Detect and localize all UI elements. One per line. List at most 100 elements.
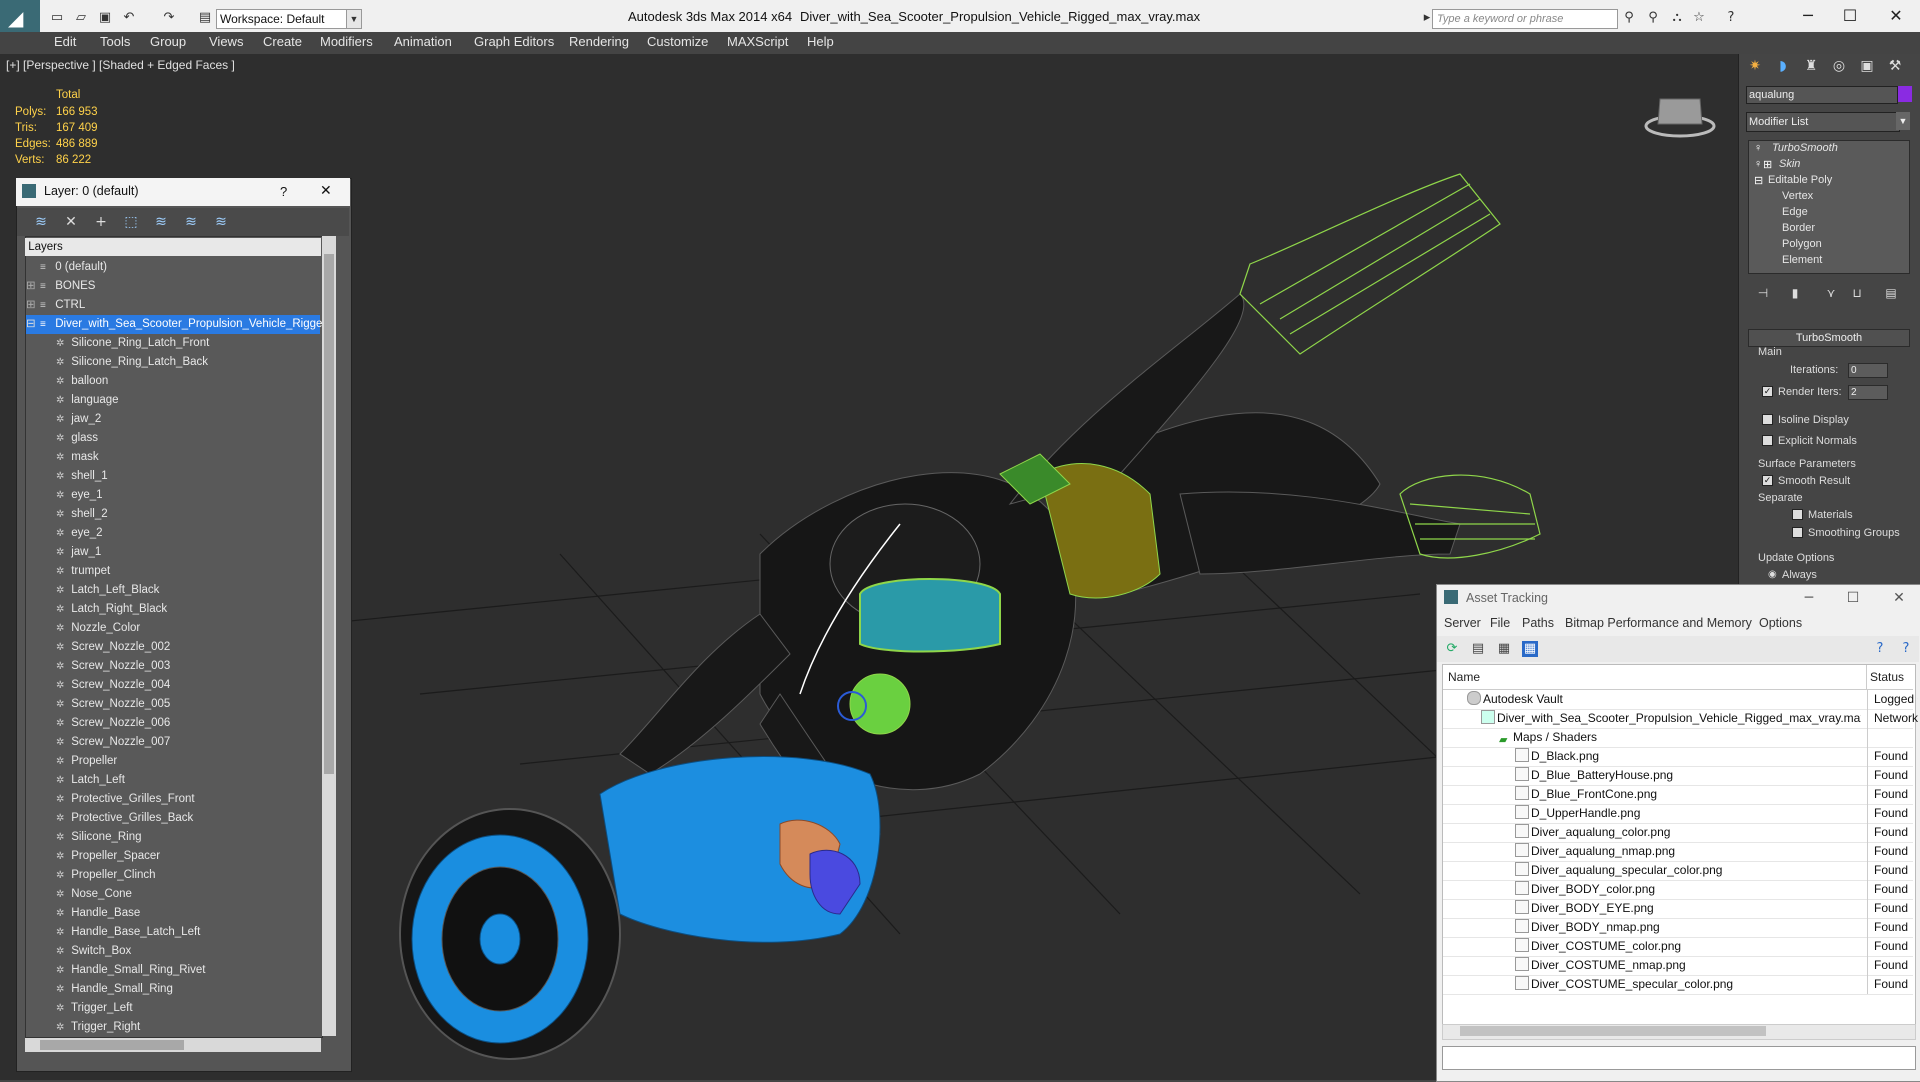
object-row[interactable]: ✲ Switch_Box — [26, 942, 320, 961]
stack-item[interactable]: TurboSmooth — [1772, 142, 1838, 154]
asset-menu-file[interactable]: File — [1490, 616, 1510, 630]
minimize-icon[interactable]: ─ — [1794, 590, 1824, 608]
table-row[interactable]: Diver_COSTUME_specular_color.png Found — [1443, 975, 1913, 995]
select-objects-icon[interactable]: ⬚ — [122, 213, 140, 231]
object-row[interactable]: ✲ Screw_Nozzle_004 — [26, 676, 320, 695]
motion-tab-icon[interactable]: ◎ — [1828, 58, 1850, 78]
asset-menu-options[interactable]: Options — [1759, 616, 1802, 630]
object-row[interactable]: ✲ language — [26, 391, 320, 410]
app-menu-button[interactable]: ◢ — [0, 0, 40, 36]
layer-hscroll-thumb[interactable] — [40, 1040, 184, 1050]
object-row[interactable]: ✲ Latch_Right_Black — [26, 600, 320, 619]
menu-graph-editors[interactable]: Graph Editors — [474, 34, 554, 49]
lightbulb-icon[interactable]: ♀ — [1754, 142, 1762, 154]
column-header-status[interactable]: Status — [1870, 670, 1904, 684]
asset-menu-paths[interactable]: Paths — [1522, 616, 1554, 630]
layer-row[interactable]: ≡ 0 (default) — [26, 258, 320, 277]
object-row[interactable]: ✲ mask — [26, 448, 320, 467]
stack-item[interactable]: Skin — [1779, 158, 1800, 170]
object-row[interactable]: ✲ Screw_Nozzle_007 — [26, 733, 320, 752]
table-row[interactable]: Diver_BODY_color.png Found — [1443, 880, 1913, 900]
vault-settings-icon[interactable]: ? — [1898, 641, 1914, 657]
table-row[interactable]: Autodesk Vault Logged O — [1443, 690, 1918, 710]
render-iters-checkbox[interactable]: ✓ — [1762, 386, 1773, 397]
star-icon[interactable]: ☆ — [1690, 9, 1708, 27]
object-row[interactable]: ✲ Trigger_Left — [26, 999, 320, 1018]
menu-modifiers[interactable]: Modifiers — [320, 34, 373, 49]
workspace-dropdown[interactable]: Workspace: Default — [216, 9, 349, 29]
column-divider[interactable] — [1866, 665, 1867, 689]
object-row[interactable]: ✲ Screw_Nozzle_002 — [26, 638, 320, 657]
object-row[interactable]: ✲ trumpet — [26, 562, 320, 581]
stack-item[interactable]: Editable Poly — [1768, 174, 1832, 186]
collapse-icon[interactable]: ⊟ — [1754, 174, 1763, 187]
expand-icon[interactable]: ⊞ — [26, 277, 40, 296]
search-icon[interactable]: ⚲ — [1644, 9, 1662, 27]
hide-all-icon[interactable]: ≋ — [182, 213, 200, 231]
layer-row[interactable]: ⊞ ≡ BONES — [26, 277, 320, 296]
list-view-icon[interactable]: ▤ — [1470, 641, 1486, 657]
new-file-icon[interactable]: ▭ — [48, 9, 66, 27]
table-row[interactable]: Diver_BODY_nmap.png Found — [1443, 918, 1913, 938]
vault-help-icon[interactable]: ? — [1872, 641, 1888, 657]
table-row[interactable]: ▰ Maps / Shaders — [1443, 728, 1913, 748]
search-input[interactable]: Type a keyword or phrase — [1432, 9, 1618, 29]
explicit-normals-checkbox[interactable] — [1762, 435, 1773, 446]
menu-customize[interactable]: Customize — [647, 34, 708, 49]
modifier-list-dropdown[interactable]: Modifier List — [1746, 112, 1900, 132]
object-row[interactable]: ✲ Screw_Nozzle_006 — [26, 714, 320, 733]
expand-icon[interactable]: ⊞ — [1763, 158, 1772, 171]
object-row[interactable]: ✲ Silicone_Ring_Latch_Back — [26, 353, 320, 372]
object-row[interactable]: ✲ jaw_1 — [26, 543, 320, 562]
object-row[interactable]: ✲ Latch_Left_Black — [26, 581, 320, 600]
modify-tab-icon[interactable]: ◗ — [1772, 58, 1794, 78]
render-iters-spinner[interactable]: 2 — [1848, 385, 1888, 400]
table-row[interactable]: Diver_aqualung_nmap.png Found — [1443, 842, 1913, 862]
viewport-label[interactable]: [+] [Perspective ] [Shaded + Edged Faces… — [6, 58, 235, 72]
object-row[interactable]: ✲ Propeller — [26, 752, 320, 771]
pin-stack-icon[interactable]: ⊣ — [1752, 286, 1774, 306]
object-row[interactable]: ✲ Protective_Grilles_Front — [26, 790, 320, 809]
object-row[interactable]: ✲ Silicone_Ring — [26, 828, 320, 847]
help-button[interactable]: ? — [280, 184, 287, 199]
exchange-icon[interactable]: ⛬ — [1668, 9, 1686, 27]
turbosmooth-rollout-header[interactable]: TurboSmooth — [1748, 329, 1910, 347]
create-layer-icon[interactable]: ≋ — [32, 213, 50, 231]
layer-row[interactable]: ⊞ ≡ CTRL — [26, 296, 320, 315]
freeze-all-icon[interactable]: ≋ — [212, 213, 230, 231]
menu-maxscript[interactable]: MAXScript — [727, 34, 788, 49]
materials-checkbox[interactable] — [1792, 509, 1803, 520]
table-row[interactable]: Diver_aqualung_color.png Found — [1443, 823, 1913, 843]
menu-edit[interactable]: Edit — [54, 34, 76, 49]
object-row[interactable]: ✲ shell_1 — [26, 467, 320, 486]
make-unique-icon[interactable]: ⋎ — [1820, 286, 1842, 306]
utilities-tab-icon[interactable]: ⚒ — [1884, 58, 1906, 78]
close-icon[interactable]: ✕ — [1876, 6, 1916, 28]
layer-scroll-thumb[interactable] — [324, 254, 334, 774]
show-end-result-icon[interactable]: ▮ — [1784, 286, 1806, 306]
remove-modifier-icon[interactable]: ⊔ — [1846, 286, 1868, 306]
binoculars-icon[interactable]: ⚲ — [1620, 9, 1638, 27]
object-row[interactable]: ✲ Handle_Small_Ring_Rivet — [26, 961, 320, 980]
object-row[interactable]: ✲ Trigger_Right — [26, 1018, 320, 1037]
smooth-result-checkbox[interactable]: ✓ — [1762, 475, 1773, 486]
menu-help[interactable]: Help — [807, 34, 834, 49]
delete-layer-icon[interactable]: ✕ — [62, 213, 80, 231]
menu-animation[interactable]: Animation — [394, 34, 452, 49]
stack-subobject[interactable]: Edge — [1782, 206, 1808, 218]
object-row[interactable]: ✲ Handle_Small_Ring — [26, 980, 320, 999]
smoothing-groups-checkbox[interactable] — [1792, 527, 1803, 538]
column-header-name[interactable]: Name — [1448, 670, 1480, 684]
table-row[interactable]: D_Blue_BatteryHouse.png Found — [1443, 766, 1913, 786]
menu-rendering[interactable]: Rendering — [569, 34, 629, 49]
stack-subobject[interactable]: Polygon — [1782, 238, 1822, 250]
table-row[interactable]: Diver_with_Sea_Scooter_Propulsion_Vehicl… — [1443, 709, 1918, 729]
configure-sets-icon[interactable]: ▤ — [1880, 286, 1902, 306]
menu-group[interactable]: Group — [150, 34, 186, 49]
maximize-icon[interactable]: ☐ — [1830, 6, 1870, 28]
undo-icon[interactable]: ↶ — [120, 9, 138, 27]
redo-icon[interactable]: ↷ — [160, 9, 178, 27]
expand-icon[interactable]: ⊞ — [26, 296, 40, 315]
object-row[interactable]: ✲ Propeller_Spacer — [26, 847, 320, 866]
hierarchy-tab-icon[interactable]: ♜ — [1800, 58, 1822, 78]
